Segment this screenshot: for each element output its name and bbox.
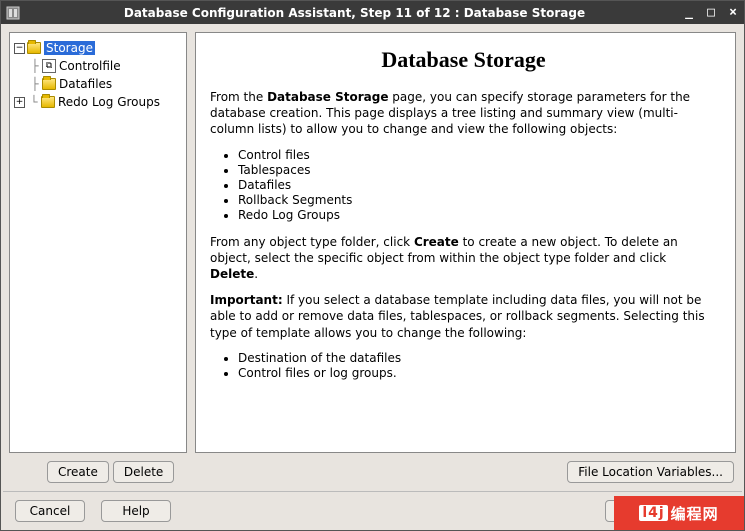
- object-list: Control files Tablespaces Datafiles Roll…: [238, 148, 717, 222]
- text: If you select a database template includ…: [210, 293, 705, 339]
- tree-item-controlfile[interactable]: ├ ⧉ Controlfile: [12, 57, 184, 75]
- text: From the: [210, 90, 267, 104]
- tree-item-redolog[interactable]: +└ Redo Log Groups: [12, 93, 184, 111]
- content-panel: Database Storage From the Database Stora…: [195, 32, 736, 453]
- page-heading: Database Storage: [210, 47, 717, 73]
- text-bold: Database Storage: [267, 90, 388, 104]
- list-item: Redo Log Groups: [238, 208, 717, 222]
- window-body: − Storage ├ ⧉ Controlfile ├ Datafiles +└: [1, 24, 744, 530]
- tree-item-label[interactable]: Redo Log Groups: [58, 95, 160, 109]
- collapse-icon[interactable]: −: [14, 43, 25, 54]
- tree-item-datafiles[interactable]: ├ Datafiles: [12, 75, 184, 93]
- text: From any object type folder, click: [210, 235, 414, 249]
- watermark-logo: l4j: [639, 505, 667, 521]
- minimize-button[interactable]: _: [682, 5, 696, 20]
- tree-root-label[interactable]: Storage: [44, 41, 95, 55]
- tree-item-label[interactable]: Controlfile: [59, 59, 121, 73]
- watermark: l4j 编程网: [614, 496, 744, 530]
- bottom-bar: Cancel Help ≪ Back Next l4j 编程网: [1, 492, 744, 530]
- text-bold: Create: [414, 235, 459, 249]
- maximize-button[interactable]: □: [704, 5, 718, 20]
- controlfile-icon: ⧉: [42, 59, 56, 73]
- intro-paragraph: From the Database Storage page, you can …: [210, 89, 717, 138]
- template-list: Destination of the datafiles Control fil…: [238, 351, 717, 380]
- file-location-variables-button[interactable]: File Location Variables...: [567, 461, 734, 483]
- folder-icon: [27, 42, 41, 54]
- window-title: Database Configuration Assistant, Step 1…: [27, 6, 682, 20]
- main-area: − Storage ├ ⧉ Controlfile ├ Datafiles +└: [1, 24, 744, 461]
- create-button[interactable]: Create: [47, 461, 109, 483]
- folder-icon: [41, 96, 55, 108]
- app-window: Database Configuration Assistant, Step 1…: [0, 0, 745, 531]
- text-bold: Delete: [210, 267, 254, 281]
- titlebar[interactable]: Database Configuration Assistant, Step 1…: [1, 1, 744, 24]
- help-button[interactable]: Help: [101, 500, 171, 522]
- expand-icon[interactable]: +: [14, 97, 25, 108]
- list-item: Datafiles: [238, 178, 717, 192]
- tree-panel[interactable]: − Storage ├ ⧉ Controlfile ├ Datafiles +└: [9, 32, 187, 453]
- cancel-button[interactable]: Cancel: [15, 500, 85, 522]
- text: .: [254, 267, 258, 281]
- folder-icon: [42, 78, 56, 90]
- list-item: Control files or log groups.: [238, 366, 717, 380]
- list-item: Tablespaces: [238, 163, 717, 177]
- important-paragraph: Important: If you select a database temp…: [210, 292, 717, 341]
- text-bold: Important:: [210, 293, 283, 307]
- create-delete-paragraph: From any object type folder, click Creat…: [210, 234, 717, 283]
- tree-item-label[interactable]: Datafiles: [59, 77, 112, 91]
- list-item: Control files: [238, 148, 717, 162]
- list-item: Rollback Segments: [238, 193, 717, 207]
- mid-toolbar: Create Delete File Location Variables...: [1, 461, 744, 491]
- list-item: Destination of the datafiles: [238, 351, 717, 365]
- delete-button[interactable]: Delete: [113, 461, 174, 483]
- app-icon: [5, 5, 21, 21]
- watermark-text: 编程网: [671, 503, 719, 524]
- close-button[interactable]: ×: [726, 5, 740, 20]
- tree-root[interactable]: − Storage: [12, 39, 184, 57]
